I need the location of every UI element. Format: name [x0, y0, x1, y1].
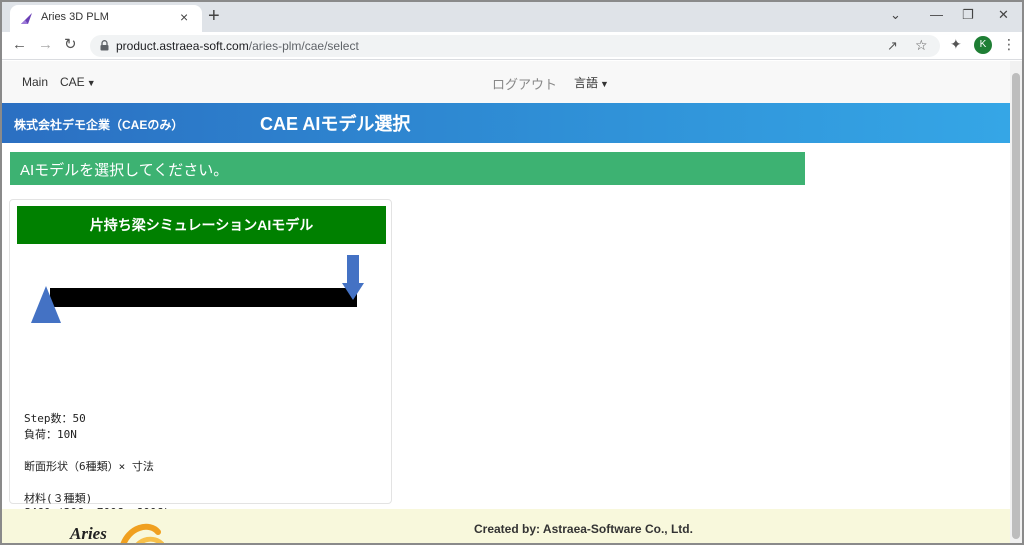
company-name: 株式会社デモ企業（CAEのみ） [14, 118, 184, 132]
tab-title: Aries 3D PLM [41, 11, 109, 23]
scrollbar-thumb[interactable] [1012, 73, 1020, 539]
header-band: 株式会社デモ企業（CAEのみ） CAE AIモデル選択 [2, 103, 1010, 143]
browser-window: Aries 3D PLM × + ⌄ — ❐ ✕ ← → ↻ product.a… [0, 0, 1024, 545]
extensions-puzzle-icon[interactable]: ✦ [950, 36, 962, 53]
card-load: 負荷：10N [24, 428, 77, 441]
minimize-button[interactable]: — [930, 6, 943, 24]
bookmark-star-icon[interactable]: ☆ [915, 37, 928, 54]
url-path: /aries-plm/cae/select [248, 39, 359, 53]
nav-cae-dropdown[interactable]: CAE ▼ [60, 75, 96, 89]
forward-arrow-icon[interactable]: → [38, 36, 53, 54]
logout-link[interactable]: ログアウト [492, 74, 557, 93]
address-bar[interactable]: product.astraea-soft.com/aries-plm/cae/s… [90, 35, 940, 57]
page-footer: Aries Created by: Astraea-Software Co., … [2, 509, 1010, 543]
card-step-count: Step数：50 [24, 412, 86, 425]
card-material-title: 材料(３種類) [24, 492, 93, 505]
caret-down-icon: ▼ [86, 78, 96, 88]
browser-tab[interactable]: Aries 3D PLM × [10, 5, 202, 32]
aries-favicon-icon [21, 13, 32, 24]
nav-cae-label: CAE [60, 75, 85, 89]
restore-button[interactable]: ❐ [962, 6, 974, 24]
card-section-shape: 断面形状（6種類）× 寸法 [24, 460, 154, 473]
lock-icon [100, 40, 109, 51]
caret-down-icon: ▼ [600, 79, 609, 89]
profile-avatar[interactable]: K [974, 36, 992, 54]
reload-icon[interactable]: ↻ [64, 36, 77, 54]
back-arrow-icon[interactable]: ← [12, 36, 27, 54]
browser-menu-icon[interactable]: ⋮ [1002, 35, 1016, 53]
tab-strip: Aries 3D PLM × + ⌄ — ❐ ✕ [2, 2, 1022, 32]
language-dropdown[interactable]: 言語 ▼ [574, 74, 609, 91]
page-title: CAE AIモデル選択 [260, 114, 411, 134]
aries-logo-swirl-icon [120, 523, 164, 543]
cantilever-model-card[interactable]: 片持ち梁シミュレーションAIモデル Step数：50 負荷：10N 断面形状（6… [9, 199, 392, 519]
footer-credit: Created by: Astraea-Software Co., Ltd. [474, 522, 693, 536]
url-text: product.astraea-soft.com/aries-plm/cae/s… [116, 39, 359, 53]
new-tab-button[interactable]: + [208, 4, 220, 28]
language-label: 言語 [574, 76, 599, 90]
model-card-title[interactable]: 片持ち梁シミュレーションAIモデル [17, 206, 386, 244]
tab-search-icon[interactable]: ⌄ [890, 6, 901, 24]
browser-toolbar: ← → ↻ product.astraea-soft.com/aries-plm… [2, 32, 1022, 60]
page-content: Main CAE ▼ ログアウト 言語 ▼ 株式会社デモ企業（CAEのみ） CAE … [2, 61, 1010, 543]
nav-main-link[interactable]: Main [22, 75, 48, 89]
close-window-button[interactable]: ✕ [998, 6, 1009, 24]
aries-logo: Aries [70, 524, 107, 543]
share-icon[interactable]: ↗ [887, 38, 898, 54]
beam-bar [50, 288, 357, 307]
url-host: product.astraea-soft.com [116, 39, 249, 53]
cantilever-beam-diagram [31, 255, 364, 323]
select-model-alert: AIモデルを選択してください。 [10, 152, 805, 185]
app-navbar: Main CAE ▼ ログアウト 言語 ▼ [2, 61, 1010, 103]
tab-close-icon[interactable]: × [180, 9, 188, 25]
page-scrollbar[interactable] [1010, 61, 1022, 543]
load-arrow-shaft [347, 255, 359, 283]
